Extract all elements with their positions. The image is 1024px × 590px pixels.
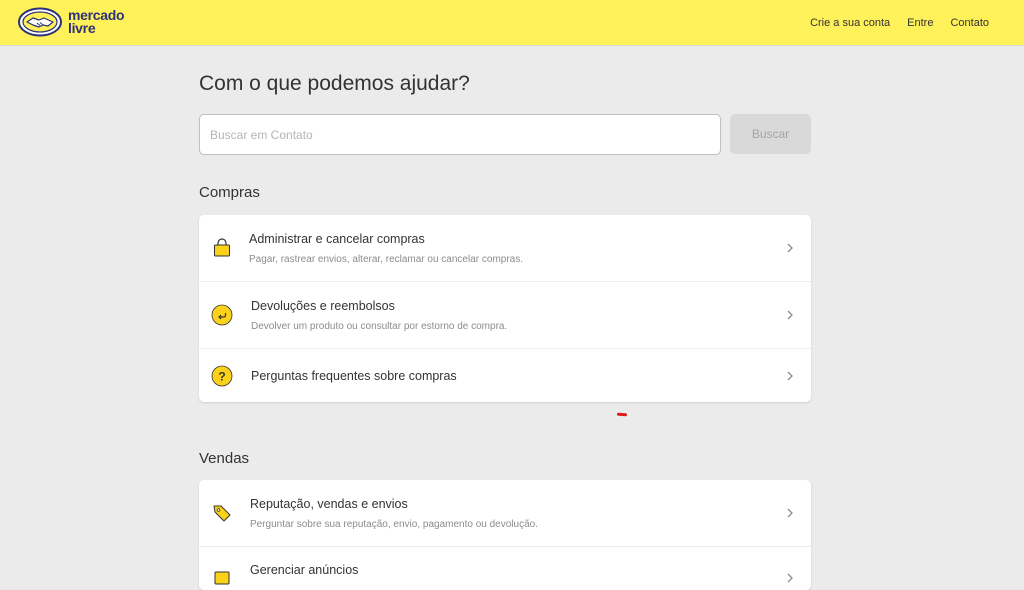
list-item-reputacao-vendas[interactable]: Reputação, vendas e envios Perguntar sob… bbox=[199, 480, 811, 547]
price-tag-icon bbox=[211, 502, 233, 524]
list-item-devolucoes[interactable]: Devoluções e reembolsos Devolver um prod… bbox=[199, 282, 811, 349]
logo-line-2: livre bbox=[68, 20, 96, 36]
list-item-title: Administrar e cancelar compras bbox=[249, 232, 425, 246]
svg-text:?: ? bbox=[218, 370, 225, 384]
list-item-administrar-compras[interactable]: Administrar e cancelar compras Pagar, ra… bbox=[199, 215, 811, 282]
chevron-right-icon bbox=[787, 508, 793, 518]
page-title: Com o que podemos ajudar? bbox=[199, 72, 470, 95]
top-header: mercado livre Crie a sua conta Entre Con… bbox=[0, 0, 1024, 45]
chevron-right-icon bbox=[787, 243, 793, 253]
nav-create-account-link[interactable]: Crie a sua conta bbox=[810, 17, 890, 29]
search-button[interactable]: Buscar bbox=[730, 114, 811, 154]
list-item-subtitle: Pagar, rastrear envios, alterar, reclama… bbox=[249, 254, 524, 265]
list-item-title: Reputação, vendas e envios bbox=[250, 497, 408, 511]
section-title-compras: Compras bbox=[199, 184, 260, 201]
list-item-perguntas-frequentes[interactable]: ? Perguntas frequentes sobre compras bbox=[199, 349, 811, 402]
vendas-card: Reputação, vendas e envios Perguntar sob… bbox=[199, 480, 811, 590]
mercado-livre-logo[interactable]: mercado livre bbox=[18, 5, 125, 39]
question-mark-icon: ? bbox=[211, 365, 233, 387]
list-item-title: Gerenciar anúncios bbox=[250, 563, 359, 577]
handshake-logo-icon bbox=[18, 7, 62, 37]
nav-login-link[interactable]: Entre bbox=[907, 17, 933, 29]
search-input[interactable] bbox=[199, 114, 721, 155]
chevron-right-icon bbox=[787, 371, 793, 381]
list-item-subtitle: Perguntar sobre sua reputação, envio, pa… bbox=[250, 519, 538, 530]
list-item-title: Perguntas frequentes sobre compras bbox=[251, 369, 457, 383]
nav-contact-link[interactable]: Contato bbox=[950, 17, 989, 29]
list-item-gerenciar-anuncios[interactable]: Gerenciar anúncios bbox=[199, 547, 811, 590]
chevron-right-icon bbox=[787, 573, 793, 583]
compras-card: Administrar e cancelar compras Pagar, ra… bbox=[199, 215, 811, 402]
return-arrow-icon bbox=[211, 304, 233, 326]
chevron-right-icon bbox=[787, 310, 793, 320]
list-item-title: Devoluções e reembolsos bbox=[251, 299, 395, 313]
list-item-subtitle: Devolver um produto ou consultar por est… bbox=[251, 321, 508, 332]
listing-icon bbox=[211, 567, 233, 589]
red-cursor-mark bbox=[616, 412, 628, 417]
shopping-bag-icon bbox=[211, 237, 233, 259]
section-title-vendas: Vendas bbox=[199, 450, 250, 467]
logo-wordmark: mercado livre bbox=[68, 8, 125, 36]
header-nav: Crie a sua conta Entre Contato bbox=[810, 17, 989, 29]
